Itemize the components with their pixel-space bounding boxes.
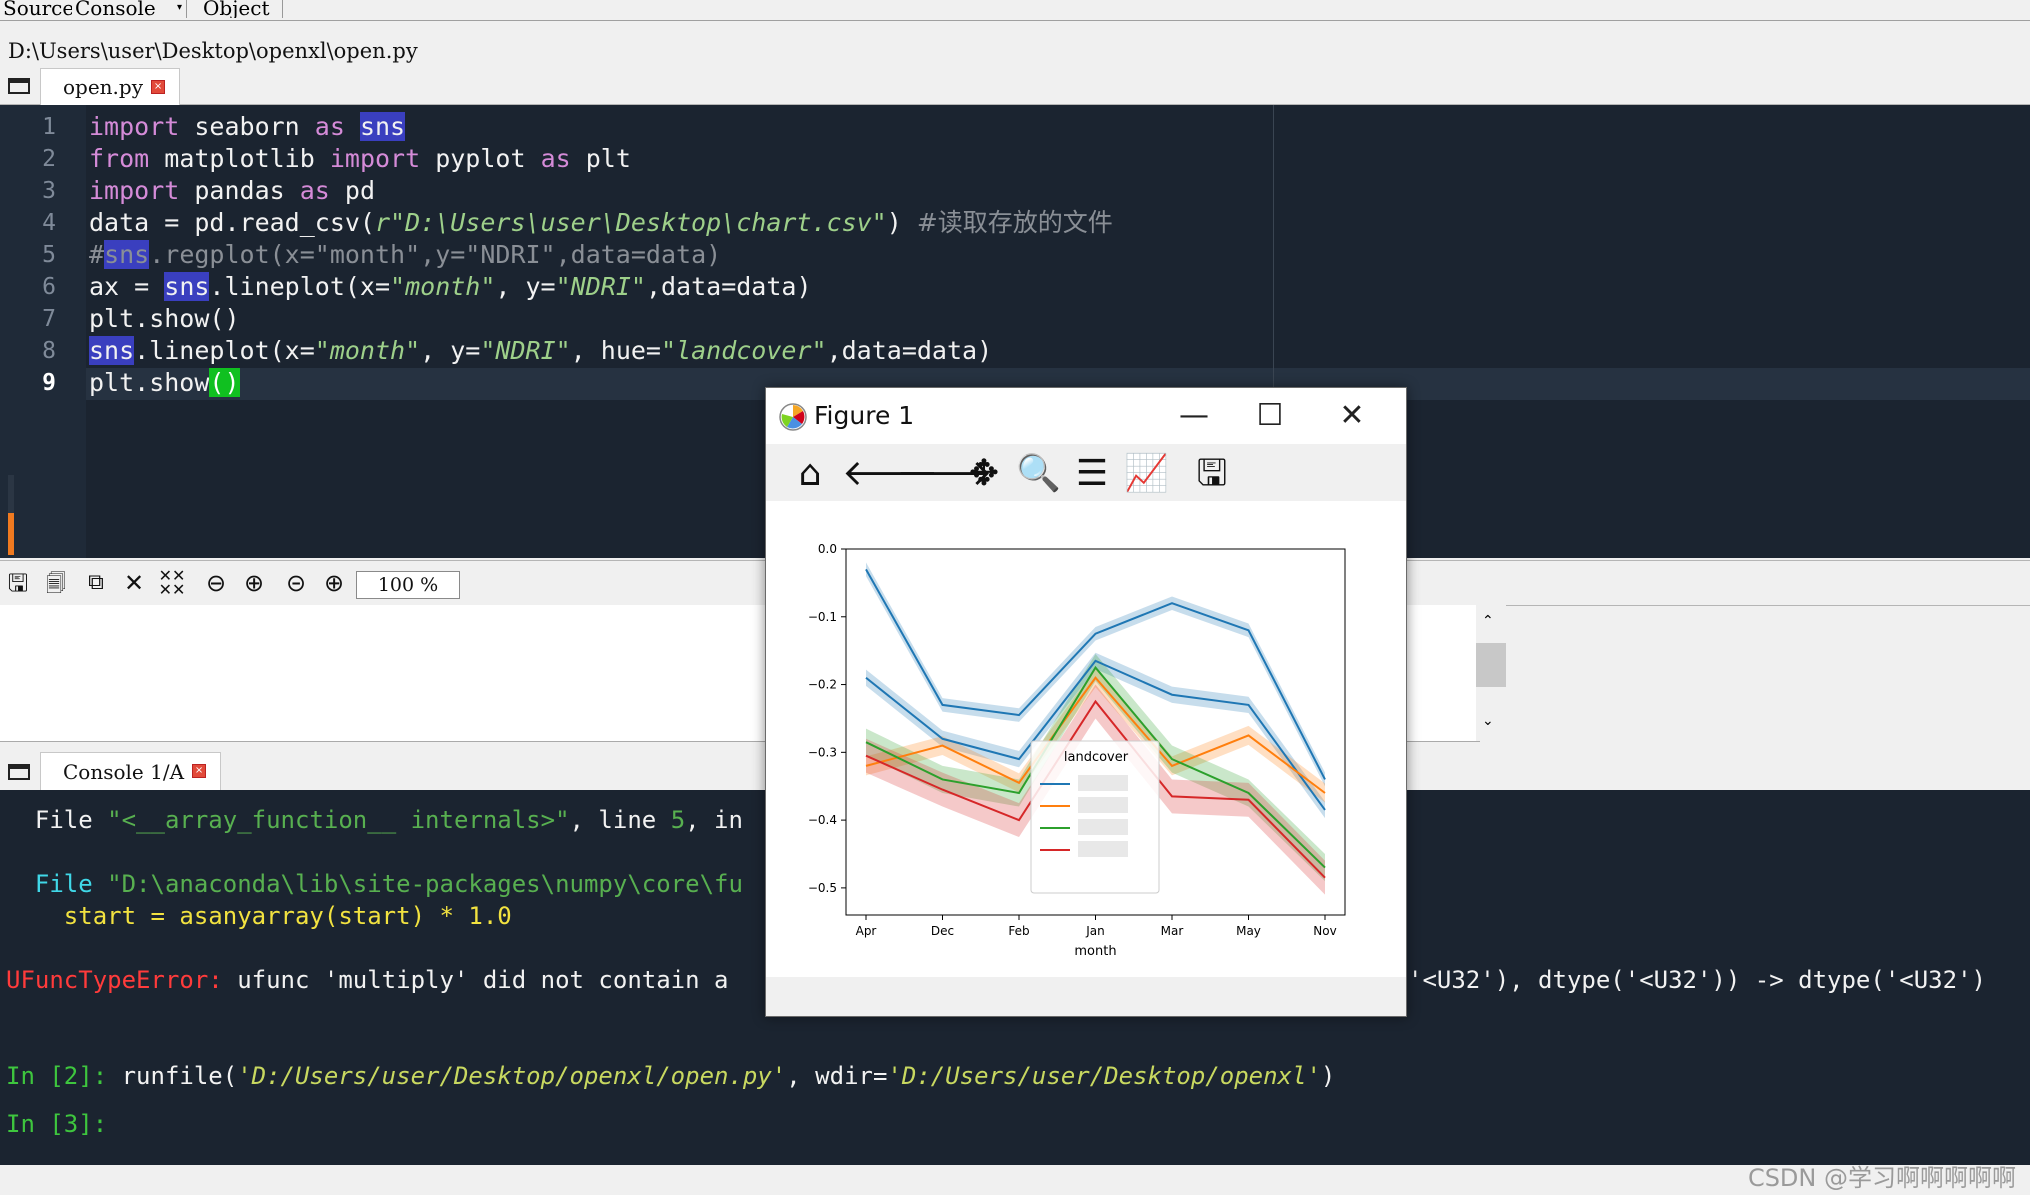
scroll-thumb[interactable]: [1476, 643, 1506, 687]
figure-title: Figure 1: [814, 401, 915, 430]
tab-source[interactable]: Source: [0, 0, 79, 18]
x-axis-label: month: [1074, 944, 1116, 959]
line-number: 8: [42, 338, 56, 364]
y-tick-label: −0.5: [808, 881, 837, 895]
x-tick-label: Jan: [1085, 924, 1105, 938]
file-path: D:\Users\user\Desktop\openxl\open.py: [8, 39, 418, 63]
x-tick-label: Nov: [1313, 924, 1336, 938]
editor-tab-bar: open.py ×: [0, 68, 2030, 105]
close-all-icon[interactable]: ✕✕ ✕✕: [158, 568, 186, 598]
figure-toolbar: ⌂ 🡐 🡒 ✥ 🔍 ☰ 📈 🖫: [766, 444, 1406, 500]
save-all-icon[interactable]: 🗐: [42, 569, 70, 597]
home-icon[interactable]: ⌂: [788, 452, 832, 496]
previous-icon[interactable]: ⊖: [202, 569, 230, 597]
tab-open-py[interactable]: open.py ×: [40, 68, 181, 105]
line-number: 6: [42, 274, 56, 300]
line-chart: 0.0 −0.1 −0.2 −0.3 −0.4 −0.5 Apr Dec Feb Jan Mar Ma…: [808, 542, 1346, 959]
dropdown-arrow-icon[interactable]: ▾: [177, 0, 182, 16]
x-tick-label: Dec: [931, 924, 954, 938]
configure-icon[interactable]: ☰: [1070, 452, 1114, 496]
line-number: 2: [42, 146, 56, 172]
legend-label-redacted: [1078, 819, 1128, 835]
console-error-line: UFuncTypeError: ufunc 'multiply' did not…: [6, 966, 729, 994]
y-tick-label: −0.2: [808, 678, 837, 692]
console-traceback-line: File "D:\anaconda\lib\site-packages\nump…: [6, 870, 743, 898]
status-bar: CSDN @学习啊啊啊啊啊: [0, 1164, 2030, 1195]
window-icon[interactable]: [8, 764, 30, 780]
legend-label-redacted: [1078, 841, 1128, 857]
zoom-level-field[interactable]: 100 %: [356, 571, 460, 599]
edit-axis-icon[interactable]: 📈: [1124, 452, 1169, 496]
tab-object[interactable]: Object: [200, 0, 283, 18]
tab-console[interactable]: Console ▾: [72, 0, 187, 18]
tab-console-label: Console: [75, 0, 156, 18]
tab-console-1a[interactable]: Console 1/A ×: [40, 752, 222, 791]
back-icon[interactable]: 🡐: [842, 452, 939, 496]
x-tick-label: Mar: [1161, 924, 1184, 938]
code-line-7: plt.show(): [89, 304, 240, 333]
scroll-down-icon[interactable]: ⌄: [1482, 713, 1494, 729]
console-traceback-line: start = asanyarray(start) * 1.0: [6, 902, 512, 930]
window-icon[interactable]: [8, 78, 30, 94]
copy-icon[interactable]: ⧉: [82, 569, 110, 597]
line-number: 9: [42, 370, 56, 396]
close-tab-icon[interactable]: ×: [151, 80, 166, 94]
forward-icon[interactable]: 🡒: [896, 452, 993, 496]
code-line-4: data = pd.read_csv(r"D:\Users\user\Deskt…: [89, 208, 1113, 237]
tab-open-py-label: open.py: [63, 75, 144, 99]
line-number: 7: [42, 306, 56, 332]
close-icon[interactable]: ✕: [120, 569, 148, 597]
legend-label-redacted: [1078, 797, 1128, 813]
x-tick-label: Feb: [1008, 924, 1029, 938]
scroll-thumb[interactable]: [8, 513, 14, 555]
code-line-2: from matplotlib import pyplot as plt: [89, 144, 631, 173]
code-line-9: plt.show(): [89, 368, 240, 397]
matplotlib-logo-icon: [779, 403, 807, 431]
tab-console-label: Console 1/A: [63, 760, 185, 784]
close-tab-icon[interactable]: ×: [192, 764, 207, 778]
scroll-up-icon[interactable]: ⌃: [1482, 613, 1494, 629]
x-tick-label: May: [1236, 924, 1261, 938]
plot-scrollbar[interactable]: ⌃ ⌄: [1476, 605, 1506, 741]
maximize-button[interactable]: ☐: [1250, 396, 1290, 436]
line-number: 3: [42, 178, 56, 204]
code-line-1: import seaborn as sns: [89, 112, 406, 141]
console-traceback-line: File "<__array_function__ internals>", l…: [6, 806, 743, 834]
code-line-5: #sns.regplot(x="month",y="NDRI",data=dat…: [89, 240, 722, 269]
figure-window: Figure 1 — ☐ ✕ ⌂ 🡐 🡒 ✥ 🔍 ☰ 📈 🖫 0.0 −0.1 −0…: [765, 387, 1407, 1017]
next-icon[interactable]: ⊕: [240, 569, 268, 597]
console-prompt[interactable]: In [3]:: [6, 1108, 107, 1140]
zoom-out-icon[interactable]: ⊝: [282, 569, 310, 597]
pan-icon[interactable]: ✥: [962, 452, 1006, 496]
line-number-gutter: 1 2 3 4 5 6 7 8 9: [0, 105, 86, 558]
line-number: 4: [42, 210, 56, 236]
close-button[interactable]: ✕: [1332, 396, 1372, 436]
code-line-3: import pandas as pd: [89, 176, 375, 205]
line-number: 1: [42, 114, 56, 140]
figure-titlebar: Figure 1 — ☐ ✕: [766, 388, 1406, 444]
console-error-line-tail: '<U32'), dtype('<U32')) -> dtype('<U32'): [1408, 966, 1986, 994]
save-icon[interactable]: 🖫: [1190, 452, 1234, 496]
zoom-icon[interactable]: 🔍: [1016, 452, 1061, 496]
code-line-6: ax = sns.lineplot(x="month", y="NDRI",da…: [89, 272, 812, 301]
console-input-line: In [2]: runfile('D:/Users/user/Desktop/o…: [6, 1062, 1336, 1090]
line-number: 5: [42, 242, 56, 268]
top-tab-strip: Source Console ▾ Object: [0, 0, 2030, 21]
zoom-in-icon[interactable]: ⊕: [320, 569, 348, 597]
figure-canvas: 0.0 −0.1 −0.2 −0.3 −0.4 −0.5 Apr Dec Feb Jan Mar Ma…: [766, 501, 1406, 977]
code-line-8: sns.lineplot(x="month", y="NDRI", hue="l…: [89, 336, 993, 365]
y-tick-label: 0.0: [818, 542, 837, 556]
y-tick-label: −0.3: [808, 745, 837, 759]
y-tick-label: −0.4: [808, 813, 837, 827]
save-icon[interactable]: 🖫: [4, 569, 32, 597]
figure-statusbar: [766, 978, 1406, 1016]
watermark: CSDN @学习啊啊啊啊啊: [1747, 1164, 2016, 1192]
y-tick-label: −0.1: [808, 610, 837, 624]
x-tick-label: Apr: [856, 924, 877, 938]
legend-title: landcover: [1064, 750, 1129, 765]
legend-label-redacted: [1078, 775, 1128, 791]
legend: landcover: [1030, 740, 1160, 894]
minimize-button[interactable]: —: [1174, 396, 1214, 436]
